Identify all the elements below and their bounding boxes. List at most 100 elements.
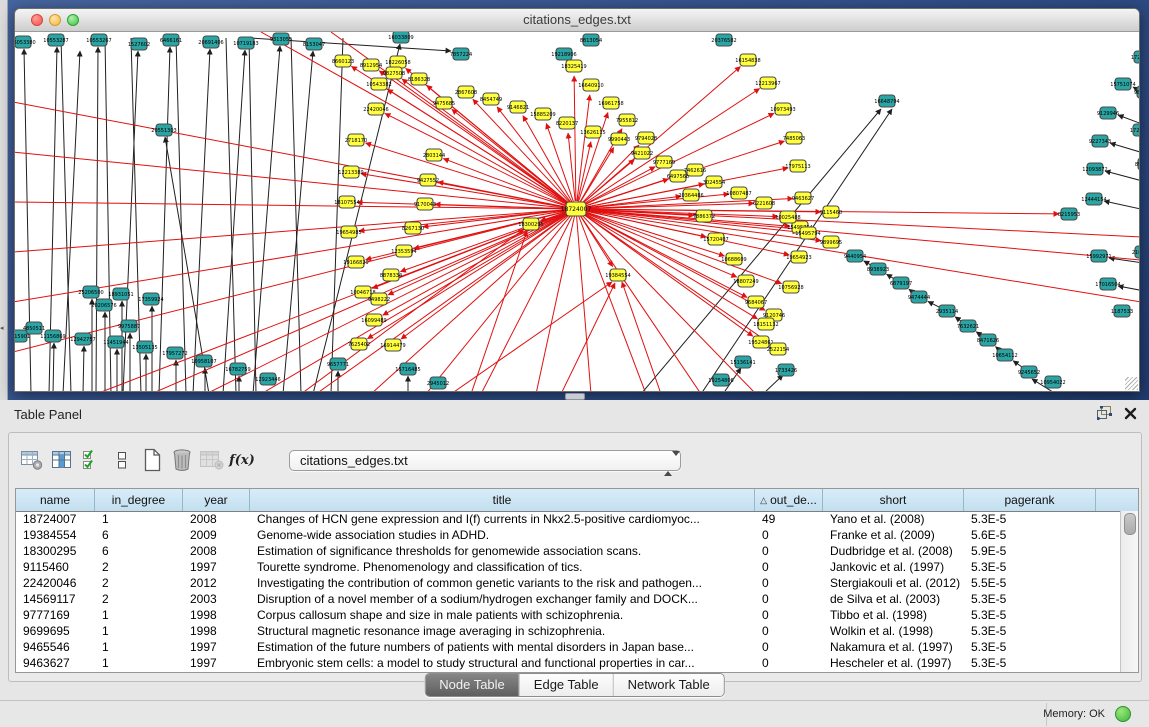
cell-pagerank[interactable]: 5.3E-5	[964, 639, 1096, 655]
cell-pagerank[interactable]: 5.3E-5	[964, 655, 1096, 671]
left-panel-edge[interactable]: ◂	[0, 0, 8, 400]
cell-short[interactable]: Jankovic et al. (1997)	[823, 559, 964, 575]
table-scrollbar[interactable]	[1120, 511, 1138, 672]
table-row[interactable]: 946554611997Estimation of the future num…	[16, 639, 1121, 655]
cell-title[interactable]: Changes of HCN gene expression and I(f) …	[250, 511, 755, 527]
cell-name[interactable]: 18724007	[16, 511, 95, 527]
cell-out_de[interactable]: 49	[755, 511, 823, 527]
cell-title[interactable]: Estimation of significance thresholds fo…	[250, 543, 755, 559]
cell-short[interactable]: de Silva et al. (2003)	[823, 591, 964, 607]
cell-year[interactable]: 1997	[183, 655, 250, 671]
network-canvas[interactable]: 1872400718325419166409101696175879558121…	[15, 32, 1139, 391]
table-row[interactable]: 977716911998Corpus callosum shape and si…	[16, 607, 1121, 623]
cell-short[interactable]: Franke et al. (2009)	[823, 527, 964, 543]
cell-short[interactable]: Dudbridge et al. (2008)	[823, 543, 964, 559]
table-settings-button[interactable]	[17, 446, 47, 474]
cell-pagerank[interactable]: 5.3E-5	[964, 607, 1096, 623]
new-table-button[interactable]	[137, 446, 167, 474]
cell-in_degree[interactable]: 1	[95, 607, 183, 623]
column-header-pagerank[interactable]: pagerank	[964, 489, 1096, 511]
table-row[interactable]: 2242004622012Investigating the contribut…	[16, 575, 1121, 591]
cell-out_de[interactable]: 0	[755, 575, 823, 591]
memory-status-indicator[interactable]	[1115, 706, 1131, 722]
cell-title[interactable]: Structural magnetic resonance image aver…	[250, 623, 755, 639]
table-row[interactable]: 911546021997Tourette syndrome. Phenomeno…	[16, 559, 1121, 575]
cell-name[interactable]: 9777169	[16, 607, 95, 623]
delete-table-button[interactable]	[197, 446, 227, 474]
cell-name[interactable]: 9463627	[16, 655, 95, 671]
tab-node-table[interactable]: Node Table	[425, 674, 519, 696]
cell-out_de[interactable]: 0	[755, 559, 823, 575]
panel-divider-handle[interactable]	[565, 393, 585, 400]
cell-year[interactable]: 2012	[183, 575, 250, 591]
cell-name[interactable]: 9115460	[16, 559, 95, 575]
table-row[interactable]: 1456911722003Disruption of a novel membe…	[16, 591, 1121, 607]
cell-short[interactable]: Yano et al. (2008)	[823, 511, 964, 527]
cell-out_de[interactable]: 0	[755, 655, 823, 671]
cell-out_de[interactable]: 0	[755, 543, 823, 559]
cell-pagerank[interactable]: 5.3E-5	[964, 511, 1096, 527]
cell-year[interactable]: 2003	[183, 591, 250, 607]
column-header-name[interactable]: name	[16, 489, 95, 511]
delete-rows-button[interactable]	[167, 446, 197, 474]
cell-pagerank[interactable]: 5.5E-5	[964, 575, 1096, 591]
cell-short[interactable]: Tibbo et al. (1998)	[823, 607, 964, 623]
function-builder-button[interactable]: f(x)	[227, 446, 257, 474]
table-row[interactable]: 1938455462009Genome-wide association stu…	[16, 527, 1121, 543]
cell-year[interactable]: 1997	[183, 639, 250, 655]
float-panel-icon[interactable]	[1097, 406, 1112, 420]
cell-name[interactable]: 18300295	[16, 543, 95, 559]
cell-out_de[interactable]: 0	[755, 527, 823, 543]
column-header-out_de[interactable]: △out_de...	[755, 489, 823, 511]
cell-year[interactable]: 2009	[183, 527, 250, 543]
cell-in_degree[interactable]: 2	[95, 559, 183, 575]
cell-title[interactable]: Embryonic stem cells: a model to study s…	[250, 655, 755, 671]
cell-in_degree[interactable]: 2	[95, 575, 183, 591]
cell-year[interactable]: 1998	[183, 623, 250, 639]
tab-edge-table[interactable]: Edge Table	[519, 674, 613, 696]
cell-name[interactable]: 19384554	[16, 527, 95, 543]
cell-in_degree[interactable]: 6	[95, 543, 183, 559]
close-panel-icon[interactable]	[1124, 407, 1137, 420]
column-header-year[interactable]: year	[183, 489, 250, 511]
table-row[interactable]: 1830029562008Estimation of significance …	[16, 543, 1121, 559]
cell-title[interactable]: Disruption of a novel member of a sodium…	[250, 591, 755, 607]
cell-title[interactable]: Tourette syndrome. Phenomenology and cla…	[250, 559, 755, 575]
cell-short[interactable]: Stergiakouli et al. (2012)	[823, 575, 964, 591]
cell-name[interactable]: 14569117	[16, 591, 95, 607]
cell-title[interactable]: Estimation of the future numbers of pati…	[250, 639, 755, 655]
cell-name[interactable]: 22420046	[16, 575, 95, 591]
cell-pagerank[interactable]: 5.3E-5	[964, 623, 1096, 639]
collapse-arrow-icon[interactable]: ◂	[0, 324, 4, 332]
table-row[interactable]: 969969511998Structural magnetic resonanc…	[16, 623, 1121, 639]
cell-short[interactable]: Nakamura et al. (1997)	[823, 639, 964, 655]
table-scrollbar-thumb[interactable]	[1124, 513, 1136, 535]
cell-out_de[interactable]: 0	[755, 607, 823, 623]
cell-year[interactable]: 2008	[183, 511, 250, 527]
window-titlebar[interactable]: citations_edges.txt	[15, 9, 1139, 32]
cell-out_de[interactable]: 0	[755, 623, 823, 639]
cell-in_degree[interactable]: 1	[95, 639, 183, 655]
cell-in_degree[interactable]: 6	[95, 527, 183, 543]
cell-pagerank[interactable]: 5.6E-5	[964, 527, 1096, 543]
column-header-title[interactable]: title	[250, 489, 755, 511]
cell-title[interactable]: Genome-wide association studies in ADHD.	[250, 527, 755, 543]
column-visibility-button[interactable]	[47, 446, 77, 474]
table-row[interactable]: 1872400712008Changes of HCN gene express…	[16, 511, 1121, 527]
cell-out_de[interactable]: 0	[755, 591, 823, 607]
column-header-short[interactable]: short	[823, 489, 964, 511]
cell-name[interactable]: 9465546	[16, 639, 95, 655]
cell-in_degree[interactable]: 2	[95, 591, 183, 607]
checklist-button[interactable]	[77, 446, 107, 474]
cell-year[interactable]: 1998	[183, 607, 250, 623]
table-source-dropdown[interactable]: citations_edges.txt	[289, 450, 681, 471]
cell-pagerank[interactable]: 5.9E-5	[964, 543, 1096, 559]
column-header-in_degree[interactable]: in_degree	[95, 489, 183, 511]
cell-year[interactable]: 2008	[183, 543, 250, 559]
tab-network-table[interactable]: Network Table	[613, 674, 724, 696]
split-rows-button[interactable]	[107, 446, 137, 474]
cell-title[interactable]: Investigating the contribution of common…	[250, 575, 755, 591]
cell-in_degree[interactable]: 1	[95, 623, 183, 639]
cell-short[interactable]: Hescheler et al. (1997)	[823, 655, 964, 671]
resize-grip[interactable]	[1125, 377, 1138, 390]
